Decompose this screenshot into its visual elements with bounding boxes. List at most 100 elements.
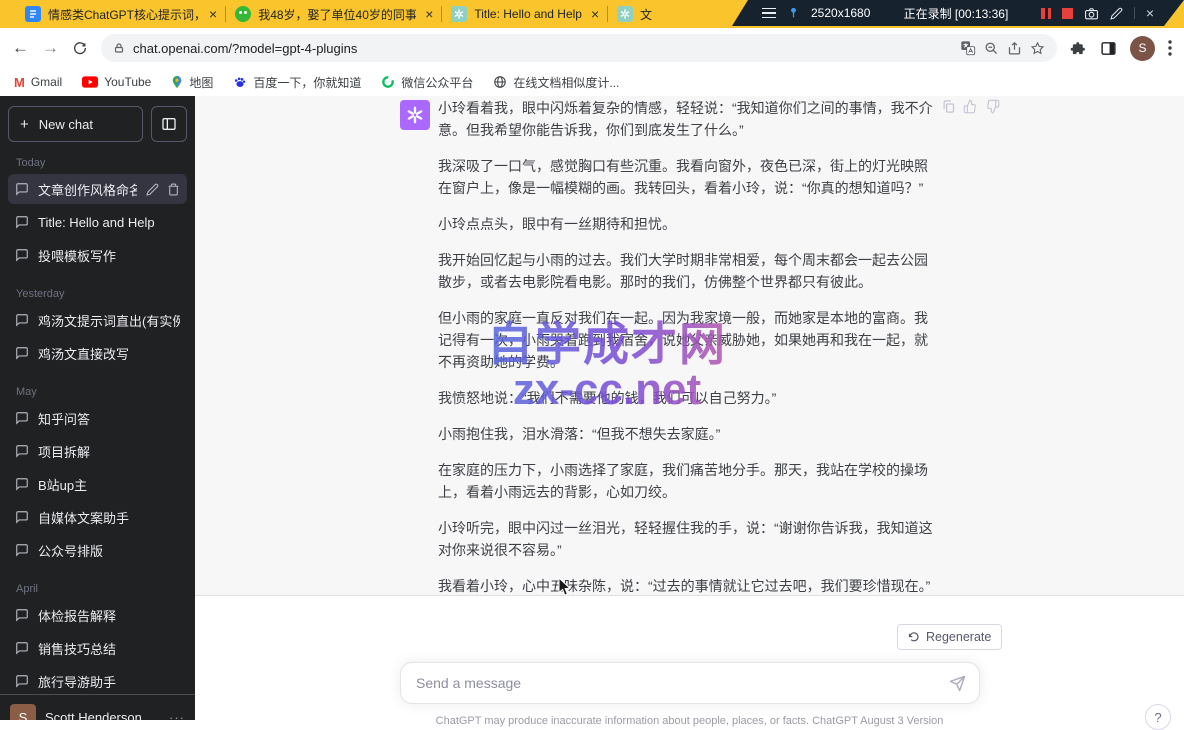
recorder-status: 正在录制 [00:13:36] xyxy=(904,5,1009,22)
chat-bubble-icon xyxy=(15,215,29,229)
thumbs-up-icon[interactable] xyxy=(963,99,978,114)
sidebar-item-chat[interactable]: 体检报告解释 xyxy=(8,600,187,630)
bookmark-star-icon[interactable] xyxy=(1030,41,1045,56)
chat-bubble-icon xyxy=(15,641,29,655)
chat-title: 旅行导游助手 xyxy=(38,672,180,691)
youtube-icon xyxy=(82,76,98,88)
tab-close-icon[interactable]: × xyxy=(209,6,217,22)
sidebar-item-chat[interactable]: 文章创作风格命名：风 xyxy=(8,174,187,204)
sidebar-item-chat[interactable]: 鸡汤文提示词直出(有实例) xyxy=(8,305,187,335)
side-panel-icon[interactable] xyxy=(1100,40,1117,57)
section-label-april: April xyxy=(8,568,187,600)
chat-title: 体检报告解释 xyxy=(38,606,180,625)
browser-tab-1[interactable]: 情感类ChatGPT核心提示词，快 × xyxy=(16,0,226,28)
user-name: Scott Henderson xyxy=(45,710,160,721)
chat-title: 投喂模板写作 xyxy=(38,246,180,265)
sidebar-item-chat[interactable]: 旅行导游助手 xyxy=(8,666,187,696)
translate-icon[interactable] xyxy=(960,40,976,56)
pause-icon[interactable] xyxy=(1041,8,1050,19)
message-paragraph: 小玲点点头，眼中有一丝期待和担忧。 xyxy=(438,213,938,235)
browser-tab-2[interactable]: 我48岁，娶了单位40岁的同事， × xyxy=(226,0,442,28)
camera-icon[interactable] xyxy=(1084,7,1099,20)
chat-title: 项目拆解 xyxy=(38,442,180,461)
bookmark-gmail[interactable]: M Gmail xyxy=(14,75,62,90)
account-row[interactable]: S Scott Henderson ··· xyxy=(0,694,195,720)
send-icon[interactable] xyxy=(949,675,966,692)
browser-menu-icon[interactable] xyxy=(1168,40,1172,56)
tab-close-icon[interactable]: × xyxy=(425,6,433,22)
chat-bubble-icon xyxy=(15,477,29,491)
zoom-out-icon[interactable] xyxy=(984,41,999,56)
bookmark-label: 地图 xyxy=(189,74,213,91)
bookmark-maps[interactable]: 地图 xyxy=(171,74,213,91)
chat-bubble-icon xyxy=(15,543,29,557)
message-paragraph: 我看着小玲，心中五味杂陈，说：“过去的事情就让它过去吧，我们要珍惜现在。” xyxy=(438,575,938,596)
bookmark-wechat-platform[interactable]: 微信公众平台 xyxy=(381,74,473,91)
recorder-menu-icon[interactable] xyxy=(762,8,776,19)
assistant-message: 小玲看着我，眼中闪烁着复杂的情感，轻轻说：“我知道你们之间的事情，我不介意。但我… xyxy=(195,96,1184,596)
message-input[interactable] xyxy=(414,674,941,692)
chat-bubble-icon xyxy=(15,608,29,622)
chat-title: 公众号排版 xyxy=(38,541,180,560)
bookmark-doc-similarity[interactable]: 在线文档相似度计... xyxy=(493,74,619,91)
bookmark-baidu[interactable]: 百度一下，你就知道 xyxy=(233,74,361,91)
wechat-icon xyxy=(235,6,251,22)
help-button[interactable]: ? xyxy=(1145,704,1171,730)
recorder-close-icon[interactable]: × xyxy=(1146,5,1154,21)
lock-icon xyxy=(113,41,125,55)
extensions-icon[interactable] xyxy=(1070,40,1087,57)
message-input-box[interactable] xyxy=(400,662,980,704)
chat-main: 小玲看着我，眼中闪烁着复杂的情感，轻轻说：“我知道你们之间的事情，我不介意。但我… xyxy=(195,96,1184,720)
back-icon[interactable]: ← xyxy=(12,38,29,58)
bookmark-youtube[interactable]: YouTube xyxy=(82,75,151,89)
tab-title: 我48岁，娶了单位40岁的同事， xyxy=(258,6,416,23)
forward-icon[interactable]: → xyxy=(42,38,59,58)
section-label-may: May xyxy=(8,371,187,403)
regenerate-button[interactable]: Regenerate xyxy=(897,624,1002,650)
collapse-sidebar-button[interactable] xyxy=(151,106,187,142)
pencil-icon[interactable] xyxy=(1110,7,1123,20)
bookmark-label: 在线文档相似度计... xyxy=(513,74,619,91)
share-icon[interactable] xyxy=(1007,41,1022,56)
chat-bubble-icon xyxy=(15,346,29,360)
sidebar-item-chat[interactable]: 公众号排版 xyxy=(8,535,187,565)
sidebar-item-chat[interactable]: 鸡汤文直接改写 xyxy=(8,338,187,368)
edit-icon[interactable] xyxy=(146,183,159,196)
message-paragraph: 小玲听完，眼中闪过一丝泪光，轻轻握住我的手，说：“谢谢你告诉我，我知道这对你来说… xyxy=(438,517,938,561)
reload-icon[interactable] xyxy=(72,40,88,56)
bookmark-label: 微信公众平台 xyxy=(401,74,473,91)
profile-avatar[interactable]: S xyxy=(1130,36,1155,61)
new-chat-button[interactable]: + New chat xyxy=(8,106,143,142)
bookmark-label: YouTube xyxy=(104,75,151,89)
message-paragraph: 在家庭的压力下，小雨选择了家庭，我们痛苦地分手。那天，我站在学校的操场上，看着小… xyxy=(438,459,938,503)
tab-close-icon[interactable]: × xyxy=(591,6,599,22)
browser-toolbar: ← → chat.openai.com/?model=gpt-4-plugins… xyxy=(0,28,1184,68)
bookmarks-bar: M Gmail YouTube 地图 百度一下，你就知道 微信公众平台 在线文档… xyxy=(0,68,1184,96)
tab-title: 文 xyxy=(640,6,652,23)
sidebar-item-chat[interactable]: 投喂模板写作 xyxy=(8,240,187,270)
stop-icon[interactable] xyxy=(1062,8,1073,19)
sidebar-item-chat[interactable]: Title: Hello and Help xyxy=(8,207,187,237)
section-label-today: Today xyxy=(8,142,187,174)
sidebar-item-chat[interactable]: 知乎问答 xyxy=(8,403,187,433)
url-text[interactable]: chat.openai.com/?model=gpt-4-plugins xyxy=(133,41,952,56)
map-pin-icon xyxy=(171,75,183,89)
address-bar[interactable]: chat.openai.com/?model=gpt-4-plugins xyxy=(101,34,1057,62)
sidebar-item-chat[interactable]: 自媒体文案助手 xyxy=(8,502,187,532)
copy-icon[interactable] xyxy=(941,99,956,114)
browser-tab-3[interactable]: Title: Hello and Help × xyxy=(442,0,608,28)
sidebar-item-chat[interactable]: B站up主 xyxy=(8,469,187,499)
trash-icon[interactable] xyxy=(167,183,180,196)
thumbs-down-icon[interactable] xyxy=(985,99,1000,114)
chat-bubble-icon xyxy=(15,411,29,425)
message-paragraph: 我开始回忆起与小雨的过去。我们大学时期非常相爱，每个周末都会一起去公园散步，或者… xyxy=(438,249,938,293)
sidebar-item-chat[interactable]: 销售技巧总结 xyxy=(8,633,187,663)
recorder-pin-icon[interactable] xyxy=(787,6,800,20)
browser-tab-4[interactable]: 文 xyxy=(608,0,661,28)
new-chat-label: New chat xyxy=(39,117,93,132)
sidebar-item-chat[interactable]: 项目拆解 xyxy=(8,436,187,466)
account-menu-icon[interactable]: ··· xyxy=(169,710,185,721)
regenerate-icon xyxy=(908,631,920,643)
chat-bubble-icon xyxy=(15,313,29,327)
chat-title: 知乎问答 xyxy=(38,409,180,428)
